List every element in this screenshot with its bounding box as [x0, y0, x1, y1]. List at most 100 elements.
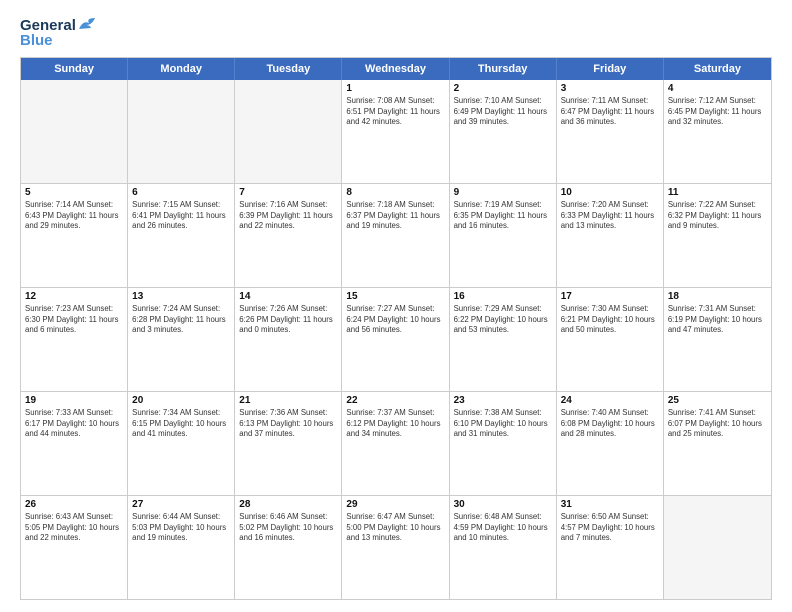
- day-info: Sunrise: 7:30 AM Sunset: 6:21 PM Dayligh…: [561, 304, 659, 336]
- calendar-cell: 2 Sunrise: 7:10 AM Sunset: 6:49 PM Daylig…: [450, 80, 557, 183]
- day-info: Sunrise: 7:14 AM Sunset: 6:43 PM Dayligh…: [25, 200, 123, 232]
- day-number: 13: [132, 291, 230, 302]
- calendar-cell: 13 Sunrise: 7:24 AM Sunset: 6:28 PM Dayli…: [128, 288, 235, 391]
- day-number: 2: [454, 83, 552, 94]
- calendar-cell: [235, 80, 342, 183]
- header-day-thursday: Thursday: [450, 58, 557, 80]
- day-number: 24: [561, 395, 659, 406]
- calendar-cell: 8Sunrise: 7:18 AM Sunset: 6:37 PM Daylig…: [342, 184, 449, 287]
- calendar-cell: 6 Sunrise: 7:15 AM Sunset: 6:41 PM Daylig…: [128, 184, 235, 287]
- calendar-cell: 1 Sunrise: 7:08 AM Sunset: 6:51 PM Daylig…: [342, 80, 449, 183]
- calendar-cell: 14Sunrise: 7:26 AM Sunset: 6:26 PM Dayli…: [235, 288, 342, 391]
- calendar-cell: 31 Sunrise: 6:50 AM Sunset: 4:57 PM Dayli…: [557, 496, 664, 599]
- calendar-cell: 9Sunrise: 7:19 AM Sunset: 6:35 PM Daylig…: [450, 184, 557, 287]
- calendar-cell: 10 Sunrise: 7:20 AM Sunset: 6:33 PM Dayli…: [557, 184, 664, 287]
- header-day-wednesday: Wednesday: [342, 58, 449, 80]
- day-number: 19: [25, 395, 123, 406]
- day-number: 28: [239, 499, 337, 510]
- header: General Blue: [20, 18, 772, 49]
- day-info: Sunrise: 7:29 AM Sunset: 6:22 PM Dayligh…: [454, 304, 552, 336]
- day-number: 25: [668, 395, 767, 406]
- day-info: Sunrise: 7:34 AM Sunset: 6:15 PM Dayligh…: [132, 408, 230, 440]
- day-info: Sunrise: 7:18 AM Sunset: 6:37 PM Dayligh…: [346, 200, 444, 232]
- calendar-cell: 29 Sunrise: 6:47 AM Sunset: 5:00 PM Dayli…: [342, 496, 449, 599]
- page: General Blue SundayMondayTuesdayWednesda…: [0, 0, 792, 612]
- day-info: Sunrise: 7:10 AM Sunset: 6:49 PM Dayligh…: [454, 96, 552, 128]
- day-info: Sunrise: 6:46 AM Sunset: 5:02 PM Dayligh…: [239, 512, 337, 544]
- day-info: Sunrise: 6:50 AM Sunset: 4:57 PM Dayligh…: [561, 512, 659, 544]
- day-number: 29: [346, 499, 444, 510]
- day-info: Sunrise: 7:41 AM Sunset: 6:07 PM Dayligh…: [668, 408, 767, 440]
- calendar-cell: 19 Sunrise: 7:33 AM Sunset: 6:17 PM Dayli…: [21, 392, 128, 495]
- day-number: 17: [561, 291, 659, 302]
- calendar-cell: 24 Sunrise: 7:40 AM Sunset: 6:08 PM Dayli…: [557, 392, 664, 495]
- day-number: 27: [132, 499, 230, 510]
- calendar-week-3: 12Sunrise: 7:23 AM Sunset: 6:30 PM Dayli…: [21, 288, 771, 392]
- day-info: Sunrise: 7:24 AM Sunset: 6:28 PM Dayligh…: [132, 304, 230, 336]
- calendar-cell: 5 Sunrise: 7:14 AM Sunset: 6:43 PM Daylig…: [21, 184, 128, 287]
- day-info: Sunrise: 7:15 AM Sunset: 6:41 PM Dayligh…: [132, 200, 230, 232]
- day-number: 20: [132, 395, 230, 406]
- day-info: Sunrise: 6:48 AM Sunset: 4:59 PM Dayligh…: [454, 512, 552, 544]
- calendar-cell: 22 Sunrise: 7:37 AM Sunset: 6:12 PM Dayli…: [342, 392, 449, 495]
- day-number: 22: [346, 395, 444, 406]
- day-number: 21: [239, 395, 337, 406]
- header-day-friday: Friday: [557, 58, 664, 80]
- day-number: 14: [239, 291, 337, 302]
- calendar-week-5: 26 Sunrise: 6:43 AM Sunset: 5:05 PM Dayli…: [21, 496, 771, 599]
- day-number: 3: [561, 83, 659, 94]
- calendar-cell: 26 Sunrise: 6:43 AM Sunset: 5:05 PM Dayli…: [21, 496, 128, 599]
- logo: General Blue: [20, 18, 98, 49]
- day-info: Sunrise: 7:37 AM Sunset: 6:12 PM Dayligh…: [346, 408, 444, 440]
- calendar-cell: 11Sunrise: 7:22 AM Sunset: 6:32 PM Dayli…: [664, 184, 771, 287]
- calendar-cell: 18 Sunrise: 7:31 AM Sunset: 6:19 PM Dayli…: [664, 288, 771, 391]
- day-number: 30: [454, 499, 552, 510]
- calendar-cell: [664, 496, 771, 599]
- calendar-cell: 20 Sunrise: 7:34 AM Sunset: 6:15 PM Dayli…: [128, 392, 235, 495]
- day-info: Sunrise: 7:27 AM Sunset: 6:24 PM Dayligh…: [346, 304, 444, 336]
- day-number: 26: [25, 499, 123, 510]
- day-number: 10: [561, 187, 659, 198]
- calendar-cell: 30 Sunrise: 6:48 AM Sunset: 4:59 PM Dayli…: [450, 496, 557, 599]
- calendar-cell: 15 Sunrise: 7:27 AM Sunset: 6:24 PM Dayli…: [342, 288, 449, 391]
- calendar-cell: 4Sunrise: 7:12 AM Sunset: 6:45 PM Daylig…: [664, 80, 771, 183]
- day-number: 31: [561, 499, 659, 510]
- day-number: 1: [346, 83, 444, 94]
- calendar-week-4: 19 Sunrise: 7:33 AM Sunset: 6:17 PM Dayli…: [21, 392, 771, 496]
- day-info: Sunrise: 7:38 AM Sunset: 6:10 PM Dayligh…: [454, 408, 552, 440]
- calendar-cell: 17 Sunrise: 7:30 AM Sunset: 6:21 PM Dayli…: [557, 288, 664, 391]
- day-info: Sunrise: 7:40 AM Sunset: 6:08 PM Dayligh…: [561, 408, 659, 440]
- calendar-header: SundayMondayTuesdayWednesdayThursdayFrid…: [21, 58, 771, 80]
- day-info: Sunrise: 7:31 AM Sunset: 6:19 PM Dayligh…: [668, 304, 767, 336]
- calendar-body: 1 Sunrise: 7:08 AM Sunset: 6:51 PM Daylig…: [21, 80, 771, 599]
- calendar-cell: 21Sunrise: 7:36 AM Sunset: 6:13 PM Dayli…: [235, 392, 342, 495]
- calendar-week-2: 5 Sunrise: 7:14 AM Sunset: 6:43 PM Daylig…: [21, 184, 771, 288]
- day-number: 16: [454, 291, 552, 302]
- day-number: 7: [239, 187, 337, 198]
- day-number: 6: [132, 187, 230, 198]
- header-day-tuesday: Tuesday: [235, 58, 342, 80]
- day-info: Sunrise: 6:44 AM Sunset: 5:03 PM Dayligh…: [132, 512, 230, 544]
- calendar-cell: [21, 80, 128, 183]
- day-info: Sunrise: 7:33 AM Sunset: 6:17 PM Dayligh…: [25, 408, 123, 440]
- calendar-cell: 3Sunrise: 7:11 AM Sunset: 6:47 PM Daylig…: [557, 80, 664, 183]
- header-day-sunday: Sunday: [21, 58, 128, 80]
- logo-blue-text: Blue: [20, 33, 98, 50]
- logo-bird-icon: [78, 18, 98, 32]
- day-info: Sunrise: 6:47 AM Sunset: 5:00 PM Dayligh…: [346, 512, 444, 544]
- day-number: 23: [454, 395, 552, 406]
- calendar-cell: 28 Sunrise: 6:46 AM Sunset: 5:02 PM Dayli…: [235, 496, 342, 599]
- calendar: SundayMondayTuesdayWednesdayThursdayFrid…: [20, 57, 772, 600]
- calendar-cell: 7 Sunrise: 7:16 AM Sunset: 6:39 PM Daylig…: [235, 184, 342, 287]
- day-info: Sunrise: 7:08 AM Sunset: 6:51 PM Dayligh…: [346, 96, 444, 128]
- calendar-cell: 16 Sunrise: 7:29 AM Sunset: 6:22 PM Dayli…: [450, 288, 557, 391]
- day-number: 18: [668, 291, 767, 302]
- day-info: Sunrise: 7:19 AM Sunset: 6:35 PM Dayligh…: [454, 200, 552, 232]
- day-number: 15: [346, 291, 444, 302]
- day-info: Sunrise: 6:43 AM Sunset: 5:05 PM Dayligh…: [25, 512, 123, 544]
- day-info: Sunrise: 7:16 AM Sunset: 6:39 PM Dayligh…: [239, 200, 337, 232]
- day-number: 12: [25, 291, 123, 302]
- day-number: 5: [25, 187, 123, 198]
- day-info: Sunrise: 7:20 AM Sunset: 6:33 PM Dayligh…: [561, 200, 659, 232]
- day-number: 11: [668, 187, 767, 198]
